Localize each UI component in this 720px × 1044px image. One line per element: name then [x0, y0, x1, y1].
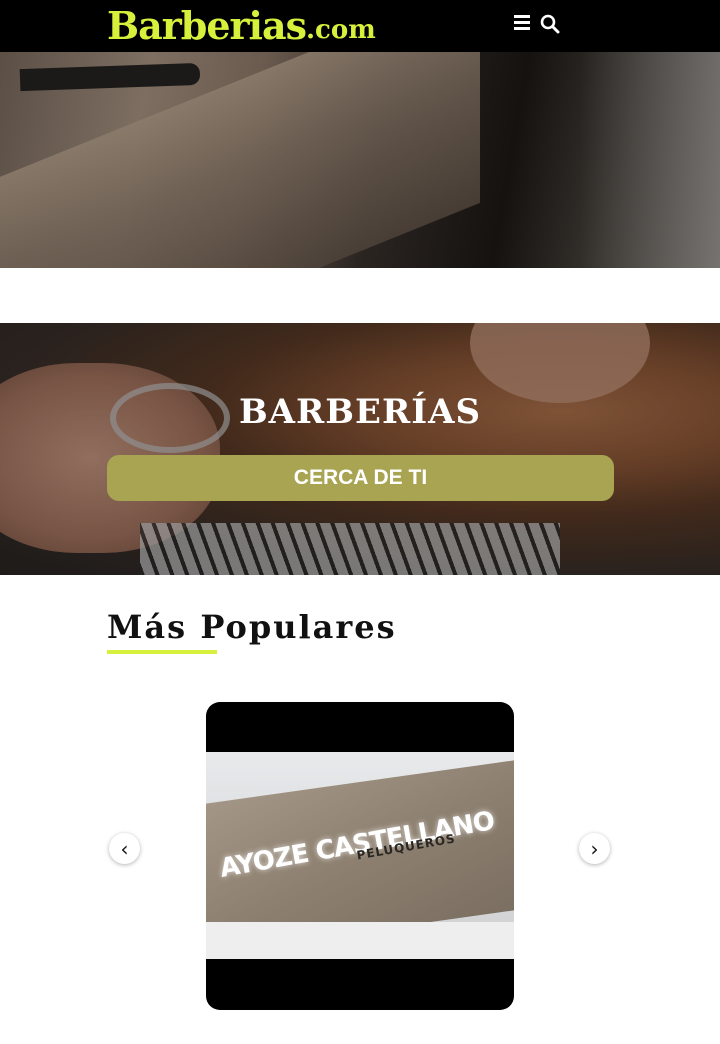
hero-title: BARBERÍAS	[238, 392, 482, 432]
site-logo[interactable]: Barberias .com	[107, 0, 376, 52]
hero-banner-image	[0, 323, 720, 575]
chevron-left-icon[interactable]: ‹	[109, 833, 140, 864]
barbershop-card[interactable]: AYOZE CASTELLANO PELUQUEROS	[206, 702, 514, 1010]
hamburger-menu-icon[interactable]	[514, 15, 530, 31]
near-you-button[interactable]: CERCA DE TI	[107, 455, 614, 501]
search-icon[interactable]	[540, 14, 560, 34]
title-underline	[107, 650, 217, 654]
logo-wordmark: Barberias	[107, 3, 307, 48]
top-navbar: Barberias .com	[0, 0, 720, 52]
logo-tld: .com	[305, 15, 376, 45]
top-banner-image	[0, 52, 720, 268]
section-title-popular: Más Populares	[107, 608, 397, 646]
chevron-right-icon[interactable]: ›	[579, 833, 610, 864]
barbershop-photo: AYOZE CASTELLANO PELUQUEROS	[206, 752, 514, 959]
